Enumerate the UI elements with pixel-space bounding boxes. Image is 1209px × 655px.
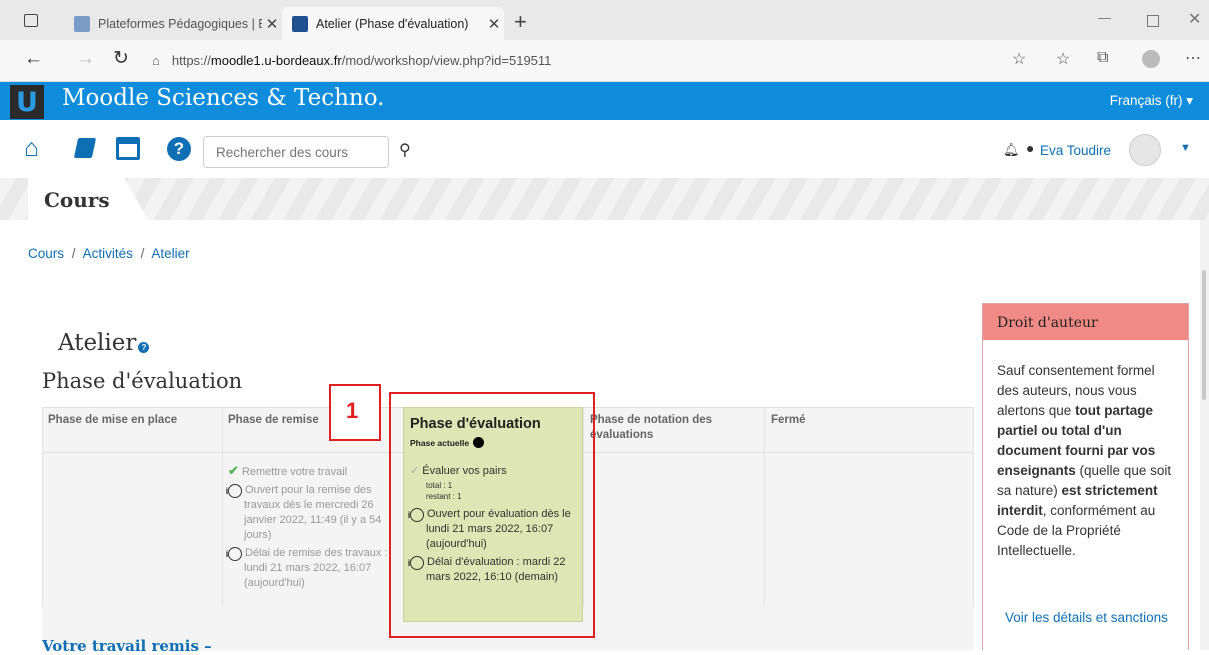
copyright-block-title: Droit d'auteur (997, 315, 1098, 331)
scrollbar-thumb[interactable] (1202, 270, 1206, 400)
university-logo[interactable]: U (10, 85, 44, 119)
user-name[interactable]: Eva Toudire (1040, 143, 1111, 158)
breadcrumb-item-activites[interactable]: Activités (83, 246, 133, 261)
help-icon[interactable]: ? (167, 137, 191, 161)
favorite-icon[interactable]: ☆ (1012, 49, 1026, 69)
notifications-bell-icon[interactable]: 🔔︎ (1003, 142, 1020, 158)
tab-actions-icon[interactable] (24, 14, 38, 27)
moodle-favicon-icon (292, 15, 308, 32)
home-icon[interactable]: ⌂ (24, 134, 39, 163)
favorites-list-icon[interactable]: ☆ (1056, 49, 1070, 69)
task-label: Remettre votre travail (241, 466, 348, 478)
language-menu[interactable]: Français (fr) ▾ (1110, 93, 1193, 109)
site-brand[interactable]: Moodle Sciences & Techno. (62, 85, 384, 111)
url-path: /mod/workshop/view.php?id=519511 (341, 53, 552, 68)
task-submission-open: i Ouvert pour la remise des travaux dès l… (226, 483, 394, 543)
phase-setup-header: Phase de mise en place (48, 414, 178, 426)
copyright-block: Droit d'auteur Sauf consentement formel … (982, 303, 1189, 650)
search-icon[interactable]: ⚲ (399, 140, 411, 160)
courses-tab-label: Cours (44, 188, 110, 212)
url-prefix: https:// (171, 53, 211, 68)
forward-icon[interactable]: → (76, 48, 95, 70)
phase-heading: Phase d'évaluation (42, 369, 243, 393)
breadcrumb-item-atelier[interactable]: Atelier (151, 246, 189, 261)
page-scrollbar[interactable] (1200, 220, 1209, 650)
courses-tab[interactable]: Cours (28, 178, 148, 220)
url-domain: moodle1.u-bordeaux.fr (210, 53, 342, 68)
collapse-icon: – (204, 637, 212, 655)
collections-icon[interactable]: ⧉ (1097, 49, 1108, 67)
phase-closed-header: Fermé (771, 414, 806, 426)
user-menu-caret-icon[interactable]: ▼ (1180, 142, 1191, 154)
annotation-highlight-box (389, 392, 595, 638)
lock-icon: ⌂ (152, 53, 160, 68)
calendar-icon[interactable] (116, 137, 140, 160)
nav-bar: ⌂ ? ⚲ 🔔︎ ● Eva Toudire ▼ (0, 120, 1209, 179)
submitted-work-link-text: Votre travail remis (42, 637, 199, 655)
messages-icon[interactable]: ● (1026, 140, 1034, 156)
task-submission-deadline: i Délai de remise des travaux : lundi 21 … (226, 546, 394, 591)
close-window-icon[interactable]: ✕ (1188, 9, 1201, 29)
task-submit-work[interactable]: ✔ Remettre votre travail (228, 463, 394, 480)
info-icon: i (226, 547, 242, 561)
close-tab-icon[interactable]: ✕ (262, 15, 282, 33)
close-tab-icon[interactable]: ✕ (484, 15, 504, 33)
browser-tab-ent[interactable]: Plateformes Pédagogiques | ENT ✕ (64, 7, 282, 40)
breadcrumb: Cours / Activités / Atelier (28, 246, 190, 261)
site-header: U Moodle Sciences & Techno. Français (fr… (0, 82, 1209, 120)
tab-label: Atelier (Phase d'évaluation) (316, 16, 469, 31)
back-icon[interactable]: ← (24, 48, 43, 70)
phase-grading-header: Phase de notation des évaluations (590, 414, 713, 441)
reload-icon[interactable]: ↻ (113, 47, 129, 70)
copyright-text: Sauf consentement formel des auteurs, no… (997, 361, 1179, 561)
details-sanctions-link[interactable]: Voir les détails et sanctions (1005, 610, 1168, 625)
page-title: Atelier? (58, 330, 150, 356)
course-banner: Cours (0, 178, 1209, 220)
help-icon[interactable]: ? (138, 342, 150, 353)
new-tab-icon[interactable]: + (514, 9, 527, 35)
annotation-number-box: 1 (329, 384, 381, 441)
avatar[interactable] (1129, 134, 1161, 166)
browser-tab-bar: Plateformes Pédagogiques | ENT ✕ Atelier… (0, 0, 1209, 40)
minimize-icon[interactable]: — (1098, 10, 1111, 25)
breadcrumb-item-cours[interactable]: Cours (28, 246, 64, 261)
page-title-text: Atelier (58, 330, 137, 356)
course-book-icon[interactable] (73, 138, 97, 158)
ent-favicon-icon (74, 15, 90, 32)
submitted-work-link[interactable]: Votre travail remis – (42, 637, 212, 655)
browser-tab-atelier[interactable]: Atelier (Phase d'évaluation) ✕ (282, 7, 504, 40)
tab-label: Plateformes Pédagogiques | ENT (98, 16, 262, 31)
copyright-block-header: Droit d'auteur (983, 304, 1188, 340)
check-icon: ✔ (228, 463, 239, 478)
submission-tasks: ✔ Remettre votre travail i Ouvert pour la… (226, 463, 394, 591)
annotation-number: 1 (346, 398, 359, 423)
task-label: Ouvert pour la remise des travaux dès le… (244, 484, 382, 541)
more-menu-icon[interactable]: ⋯ (1185, 48, 1201, 68)
address-bar: ← → ↻ ⌂ https://moodle1.u-bordeaux.fr/mo… (0, 40, 1209, 82)
info-icon: i (226, 484, 242, 498)
search-input[interactable] (203, 136, 389, 168)
url-field[interactable]: ⌂ https://moodle1.u-bordeaux.fr/mod/work… (152, 45, 987, 76)
restore-icon[interactable] (1147, 15, 1159, 27)
task-label: Délai de remise des travaux : lundi 21 m… (244, 547, 388, 589)
profile-icon[interactable] (1142, 50, 1160, 68)
